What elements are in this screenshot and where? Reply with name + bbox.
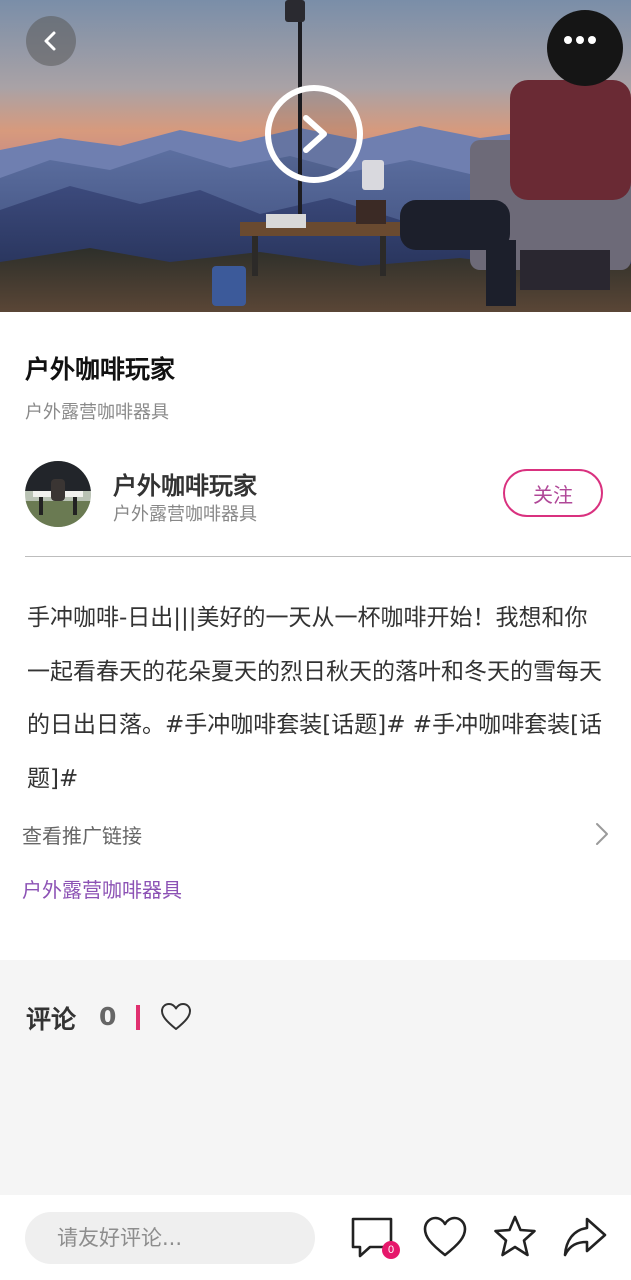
ellipsis-icon [564, 36, 596, 44]
topic-tag-link[interactable]: 户外露营咖啡器具 [22, 874, 182, 903]
post-subtitle: 户外露营咖啡器具 [25, 402, 169, 423]
author-description: 户外露营咖啡器具 [113, 504, 257, 525]
promo-link-label: 查看推广链接 [22, 824, 142, 848]
chevron-left-icon [44, 31, 56, 51]
chevron-right-icon [596, 823, 608, 845]
avatar-image [25, 461, 91, 527]
like-button[interactable] [421, 1213, 469, 1261]
more-options-button[interactable] [548, 14, 612, 66]
message-count-badge: 0 [382, 1241, 400, 1259]
message-button[interactable]: 0 [348, 1213, 400, 1261]
bottom-action-bar: 0 [0, 1195, 631, 1280]
heart-icon[interactable] [160, 1001, 192, 1033]
comment-input[interactable] [25, 1212, 315, 1264]
comment-separator [136, 1005, 140, 1030]
divider [25, 556, 631, 557]
comment-section: 评论 0 [0, 960, 631, 1195]
share-button[interactable] [561, 1213, 609, 1261]
post-title: 户外咖啡玩家 [25, 355, 176, 384]
play-icon[interactable] [264, 84, 364, 184]
video-cover[interactable] [0, 0, 631, 312]
author-name[interactable]: 户外咖啡玩家 [113, 466, 257, 501]
share-icon [563, 1217, 607, 1257]
post-body-text: 手冲咖啡-日出|||美好的一天从一杯咖啡开始！我想和你一起看春天的花朵夏天的烈日… [27, 605, 603, 792]
promo-link-row[interactable]: 查看推广链接 [22, 814, 622, 854]
star-icon [494, 1215, 536, 1257]
post-detail-page: 户外咖啡玩家 户外露营咖啡器具 户外咖啡玩家 户外露营咖啡器具 关注 手冲咖啡-… [0, 0, 631, 1280]
back-button[interactable] [26, 16, 76, 66]
comment-count: 0 [99, 1002, 117, 1031]
favorite-button[interactable] [491, 1213, 539, 1261]
comment-heading: 评论 [26, 1005, 77, 1034]
heart-icon [423, 1216, 467, 1257]
avatar[interactable] [25, 461, 91, 527]
follow-button[interactable]: 关注 [503, 469, 603, 517]
